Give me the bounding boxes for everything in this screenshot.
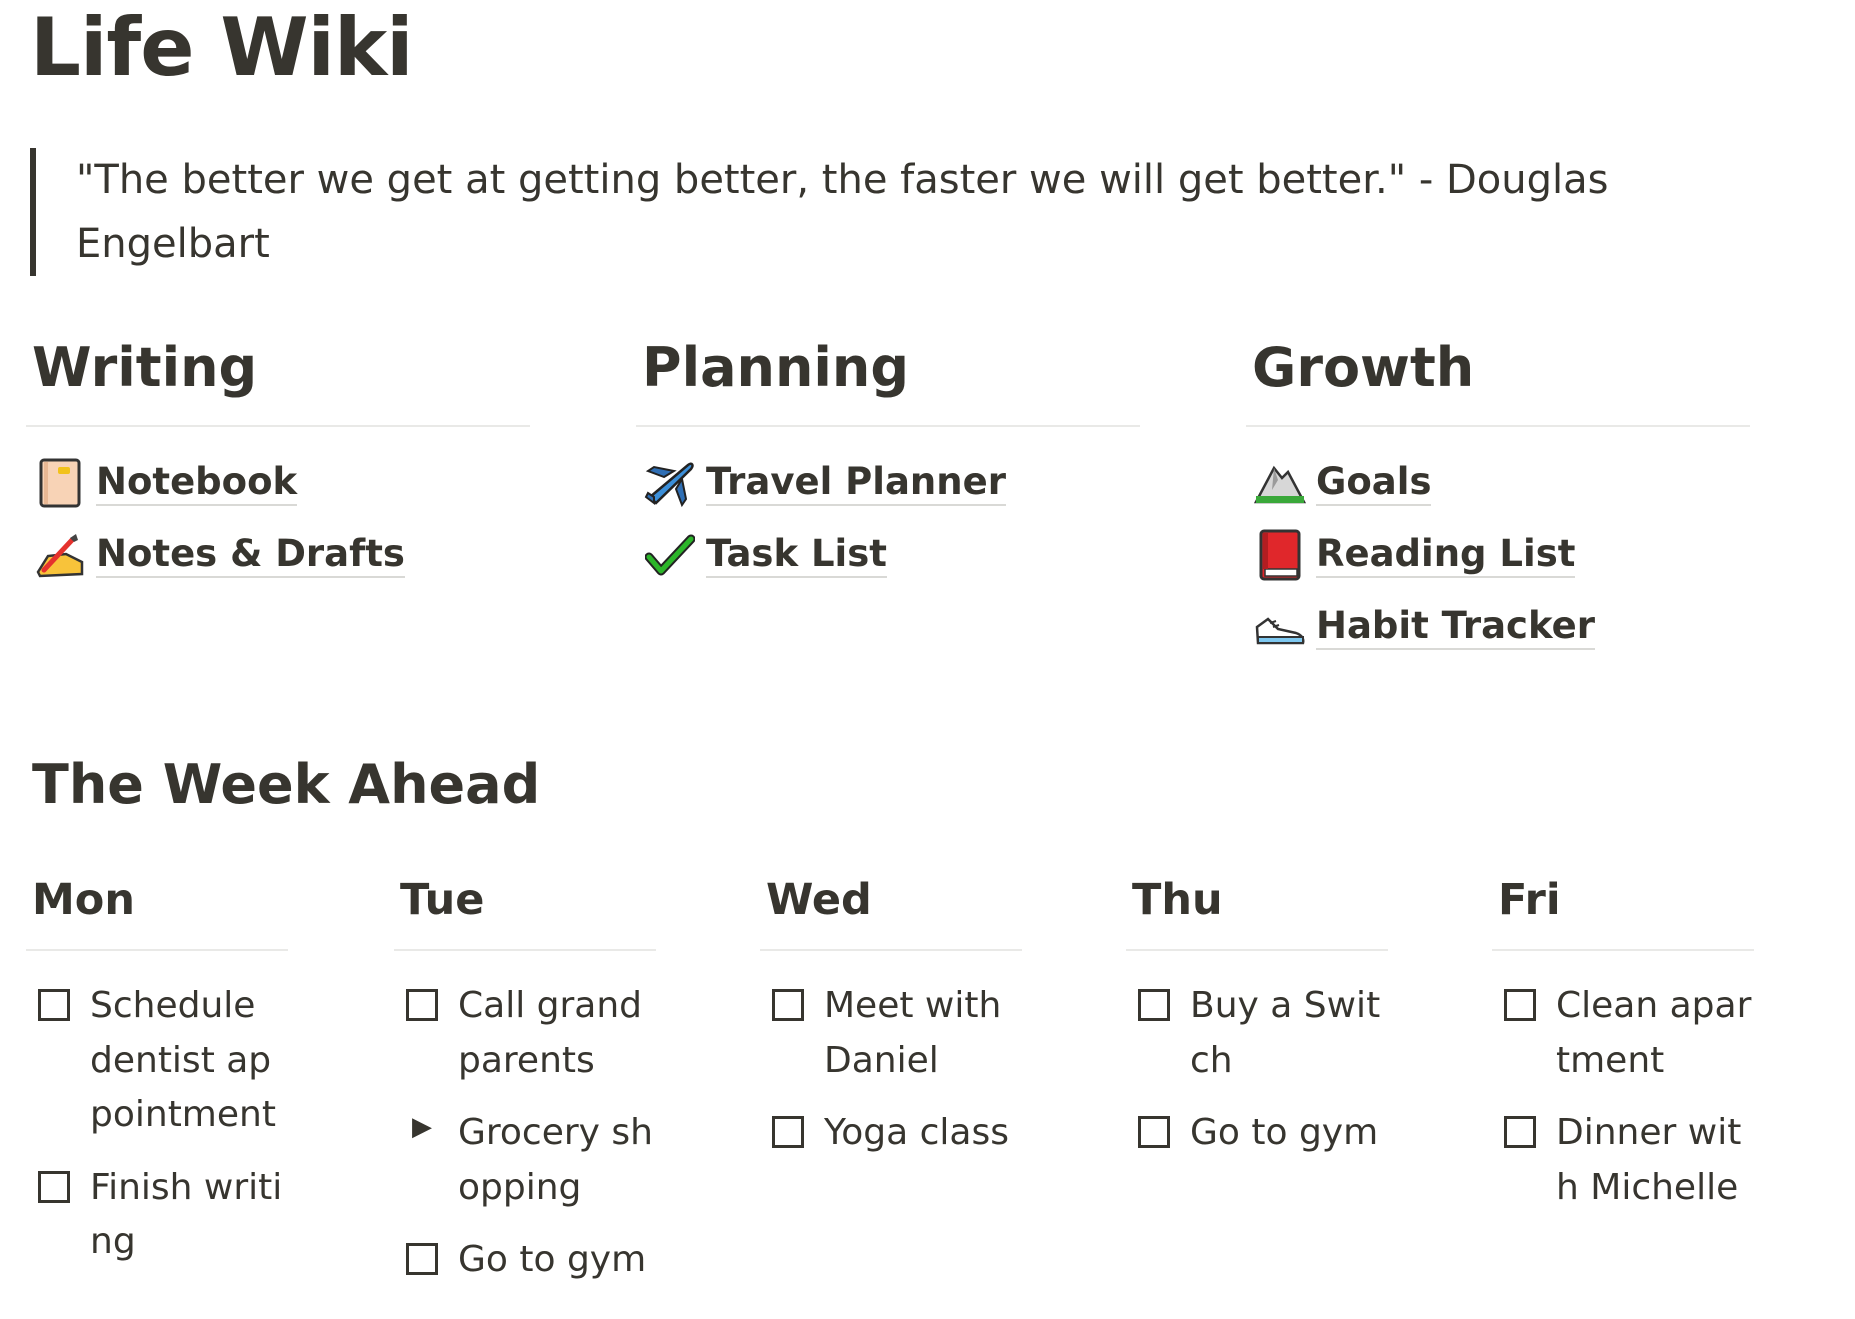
planning-column: Planning Travel Planner Task List (636, 333, 1140, 591)
writing-column: Writing Notebook Notes & Drafts (26, 333, 530, 591)
task-list-link[interactable]: Task List (636, 519, 1140, 591)
todo-item: Schedule dentist appointment (26, 979, 288, 1143)
todo-item: Buy a Switch (1126, 979, 1388, 1088)
task-list-label: Task List (706, 532, 887, 578)
checkbox[interactable] (1138, 989, 1170, 1021)
todo-item: Go to gym (1126, 1106, 1388, 1161)
notes-drafts-link[interactable]: Notes & Drafts (26, 519, 530, 591)
day-heading: Thu (1132, 875, 1223, 925)
checkbox[interactable] (772, 1116, 804, 1148)
toggle-text[interactable]: Grocery shopping (458, 1106, 656, 1215)
checkbox[interactable] (772, 989, 804, 1021)
notebook-label: Notebook (96, 460, 298, 506)
airplane-icon (644, 457, 696, 509)
day-divider (1492, 949, 1754, 951)
week-ahead-heading: The Week Ahead (32, 753, 541, 816)
todo-item: Finish writing (26, 1161, 288, 1270)
day-divider (1126, 949, 1388, 951)
day-heading: Mon (32, 875, 135, 925)
reading-list-label: Reading List (1316, 532, 1576, 578)
writing-divider (26, 425, 530, 427)
checkbox[interactable] (38, 1170, 70, 1203)
checkmark-icon (644, 529, 696, 581)
red-book-icon (1254, 529, 1306, 581)
growth-heading: Growth (1252, 336, 1475, 399)
travel-planner-label: Travel Planner (706, 460, 1006, 506)
planning-heading: Planning (642, 336, 910, 399)
reading-list-link[interactable]: Reading List (1246, 519, 1750, 591)
habit-tracker-label: Habit Tracker (1316, 604, 1595, 650)
checkbox[interactable] (1504, 989, 1536, 1021)
goals-link[interactable]: Goals (1246, 447, 1750, 519)
todo-item: Dinner with Michelle (1492, 1106, 1754, 1215)
todo-text[interactable]: Yoga class (824, 1106, 1022, 1161)
goals-label: Goals (1316, 460, 1432, 506)
habit-tracker-link[interactable]: Habit Tracker (1246, 591, 1750, 663)
todo-text[interactable]: Schedule dentist appointment (90, 979, 288, 1143)
checkbox[interactable] (38, 989, 70, 1021)
day-column-wed: Wed Meet with Daniel Yoga class (760, 868, 1022, 1179)
checkbox[interactable] (406, 989, 438, 1021)
travel-planner-link[interactable]: Travel Planner (636, 447, 1140, 519)
growth-column: Growth Goals Reading List Habit Tracker (1246, 333, 1750, 663)
todo-item: Yoga class (760, 1106, 1022, 1161)
day-divider (760, 949, 1022, 951)
todo-text[interactable]: Call grandparents (458, 979, 656, 1088)
day-column-fri: Fri Clean apartment Dinner with Michelle (1492, 868, 1754, 1233)
sneaker-icon (1254, 601, 1306, 653)
todo-text[interactable]: Meet with Daniel (824, 979, 1022, 1088)
todo-text[interactable]: Finish writing (90, 1161, 288, 1270)
notebook-link[interactable]: Notebook (26, 447, 530, 519)
todo-item: Go to gym (394, 1233, 656, 1288)
toggle-item: ▶ Grocery shopping (394, 1106, 656, 1215)
planning-divider (636, 425, 1140, 427)
day-column-mon: Mon Schedule dentist appointment Finish … (26, 868, 288, 1288)
todo-text[interactable]: Clean apartment (1556, 979, 1754, 1088)
checkbox[interactable] (1138, 1116, 1170, 1148)
day-divider (394, 949, 656, 951)
day-column-thu: Thu Buy a Switch Go to gym (1126, 868, 1388, 1179)
todo-text[interactable]: Go to gym (458, 1233, 656, 1288)
writing-heading: Writing (32, 336, 258, 399)
writing-hand-icon (34, 529, 86, 581)
notebook-icon (34, 457, 86, 509)
day-heading: Tue (400, 875, 485, 925)
checkbox[interactable] (406, 1243, 438, 1275)
day-heading: Fri (1498, 875, 1561, 925)
notes-drafts-label: Notes & Drafts (96, 532, 405, 578)
todo-text[interactable]: Buy a Switch (1190, 979, 1388, 1088)
todo-text[interactable]: Go to gym (1190, 1106, 1388, 1161)
toggle-triangle-icon[interactable]: ▶ (406, 1112, 438, 1142)
checkbox[interactable] (1504, 1116, 1536, 1148)
day-column-tue: Tue Call grandparents ▶ Grocery shopping… (394, 868, 656, 1306)
todo-item: Clean apartment (1492, 979, 1754, 1088)
todo-item: Meet with Daniel (760, 979, 1022, 1088)
day-divider (26, 949, 288, 951)
page-title: Life Wiki (30, 1, 414, 94)
todo-text[interactable]: Dinner with Michelle (1556, 1106, 1754, 1215)
quote-block: "The better we get at getting better, th… (30, 148, 1636, 276)
growth-divider (1246, 425, 1750, 427)
mountain-icon (1254, 457, 1306, 509)
todo-item: Call grandparents (394, 979, 656, 1088)
day-heading: Wed (766, 875, 872, 925)
